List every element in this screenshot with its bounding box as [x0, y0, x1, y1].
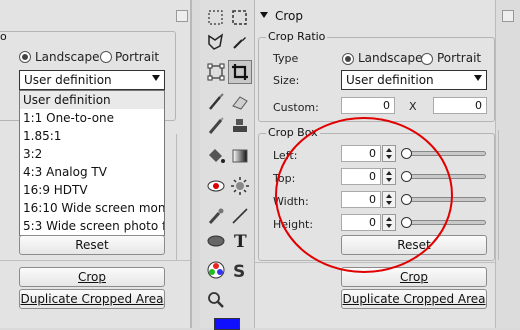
landscape-radio[interactable] — [342, 53, 354, 65]
dropdown-item[interactable]: User definition — [20, 91, 164, 109]
brush-icon[interactable] — [206, 92, 226, 112]
crop-icon[interactable] — [228, 60, 252, 84]
left-landscape-radio[interactable] — [19, 51, 31, 63]
scroll-up-icon[interactable] — [502, 10, 514, 22]
dropdown-item[interactable]: 4:3 Analog TV — [20, 163, 164, 181]
dropdown-item[interactable]: 3:2 — [20, 145, 164, 163]
chevron-down-icon — [474, 75, 482, 81]
triangle-down-icon — [260, 12, 268, 18]
left-portrait-label: Portrait — [115, 50, 160, 64]
size-select[interactable]: User definition — [341, 70, 487, 90]
custom-width-value: 0 — [383, 99, 390, 112]
chevron-down-icon — [152, 75, 160, 81]
svg-text:T: T — [234, 232, 247, 250]
duplicate-cropped-area-button[interactable]: Duplicate Cropped Area — [341, 289, 487, 309]
tools-toolbar: T S — [200, 0, 254, 330]
dropdown-item[interactable]: 16:9 HDTV — [20, 181, 164, 199]
left-portrait-radio[interactable] — [100, 51, 112, 63]
color-wheel-icon[interactable] — [206, 260, 226, 280]
text-icon[interactable]: T — [230, 230, 250, 250]
line-icon[interactable] — [230, 206, 250, 226]
portrait-radio[interactable] — [421, 53, 433, 65]
left-reset-label: Reset — [75, 238, 109, 252]
left-divider — [0, 260, 190, 261]
size-label: Size: — [273, 74, 300, 87]
shape-icon[interactable]: S — [230, 260, 250, 280]
red-annotation-circle — [275, 117, 453, 273]
portrait-label: Portrait — [437, 51, 482, 65]
custom-height-value: 0 — [475, 99, 482, 112]
size-select-value: User definition — [346, 73, 434, 87]
eyedropper-icon[interactable] — [230, 32, 250, 52]
red-eye-icon[interactable] — [206, 176, 226, 196]
smudge-icon[interactable] — [206, 206, 226, 226]
foreground-color-swatch[interactable] — [214, 318, 240, 330]
dropdown-item[interactable]: 16:10 Wide screen moni... — [20, 199, 164, 217]
panel-scroll-up-icon[interactable] — [176, 10, 188, 22]
scrollbar-track[interactable] — [498, 130, 518, 260]
zoom-icon[interactable] — [206, 290, 226, 310]
left-reset-button[interactable]: Reset — [19, 235, 165, 255]
left-crop-button[interactable]: Crop — [19, 267, 165, 287]
right-panel-scrollbar[interactable] — [495, 0, 520, 328]
left-duplicate-button[interactable]: Duplicate Cropped Area — [19, 289, 165, 309]
dropdown-item[interactable]: 1.85:1 — [20, 127, 164, 145]
brightness-icon[interactable] — [230, 176, 250, 196]
left-landscape-label: Landscape — [35, 50, 100, 64]
crop-panel-header[interactable]: Crop — [255, 8, 495, 24]
dropdown-item[interactable]: 5:3 Wide screen photo f... — [20, 217, 164, 235]
pencil-icon[interactable] — [206, 116, 226, 136]
crop-panel-title: Crop — [275, 9, 304, 23]
crop-ratio-title: Crop Ratio — [266, 30, 328, 43]
size-dropdown-list[interactable]: User definition 1:1 One-to-one 1.85:1 3:… — [19, 90, 165, 236]
lasso-rect-icon[interactable] — [206, 8, 226, 28]
svg-text:S: S — [233, 262, 245, 280]
duplicate-label: Duplicate Cropped Area — [342, 292, 486, 306]
lasso-poly-icon[interactable] — [206, 32, 226, 52]
transform-icon[interactable] — [206, 62, 226, 82]
left-size-select-value: User definition — [24, 73, 112, 87]
left-panel-border — [190, 0, 192, 328]
stamp-icon[interactable] — [230, 116, 250, 136]
left-panel-scrollbar[interactable] — [176, 134, 188, 260]
left-size-select[interactable]: User definition — [19, 70, 165, 90]
fill-icon[interactable] — [206, 146, 226, 166]
type-label: Type — [273, 52, 299, 65]
left-duplicate-label: Duplicate Cropped Area — [20, 292, 164, 306]
ellipse-icon[interactable] — [206, 230, 226, 250]
landscape-label: Landscape — [358, 51, 423, 65]
dropdown-item[interactable]: 1:1 One-to-one — [20, 109, 164, 127]
marquee-icon[interactable] — [230, 8, 250, 28]
left-group-title-fragment: o — [0, 30, 7, 43]
left-crop-label: Crop — [77, 270, 106, 284]
eraser-icon[interactable] — [230, 92, 250, 112]
left-options-panel: o Landscape Portrait User definition Use… — [0, 0, 190, 328]
gradient-icon[interactable] — [230, 146, 250, 166]
